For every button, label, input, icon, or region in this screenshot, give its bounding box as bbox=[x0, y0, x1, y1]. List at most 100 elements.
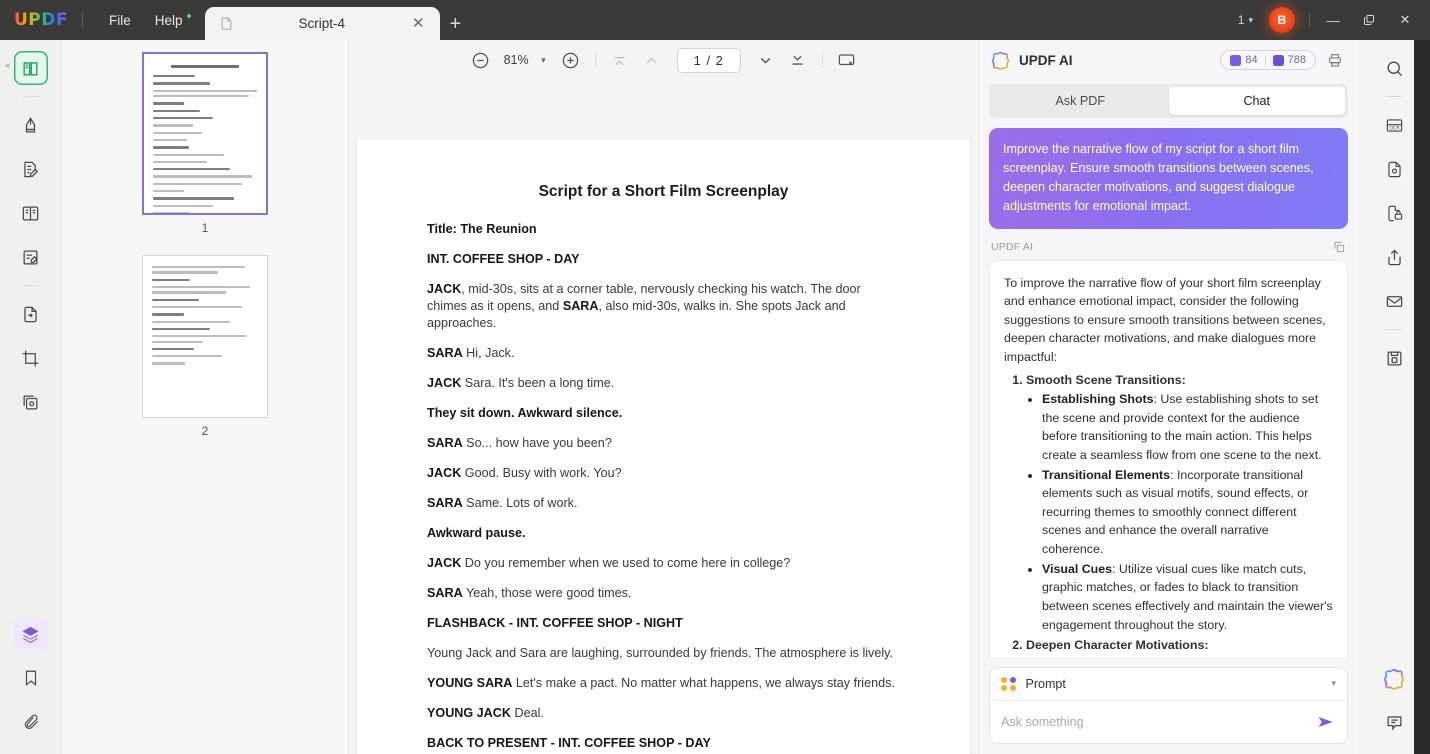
ai-conversation[interactable]: Improve the narrative flow of my script … bbox=[979, 118, 1358, 657]
minimize-icon[interactable]: — bbox=[1316, 5, 1350, 35]
document-paragraph: SARA Same. Lots of work. bbox=[427, 496, 578, 510]
composer-mode-row[interactable]: Prompt ▾ bbox=[990, 668, 1347, 701]
window-controls: 1 ▾ B — ✕ bbox=[1232, 5, 1430, 35]
crop-icon bbox=[21, 349, 40, 368]
zoom-out-icon bbox=[471, 51, 490, 70]
print-icon bbox=[1327, 52, 1343, 68]
avatar[interactable]: B bbox=[1269, 7, 1295, 33]
section-items: Establishing Shots: Use establishing sho… bbox=[1042, 390, 1333, 634]
thumbnail-panel[interactable]: 1 2 bbox=[62, 40, 349, 754]
sidebar-item-crop[interactable] bbox=[14, 341, 48, 375]
ai-assistant-button[interactable] bbox=[1379, 664, 1409, 694]
document-paragraph: Title: The Reunion bbox=[427, 222, 537, 236]
menu-help-label: Help bbox=[154, 12, 183, 28]
document-body: Title: The Reunion INT. COFFEE SHOP - DAY… bbox=[427, 221, 900, 754]
document-paragraph: JACK, mid-30s, sits at a corner table, n… bbox=[427, 282, 861, 330]
next-page-button[interactable] bbox=[751, 45, 781, 75]
divider bbox=[1386, 96, 1402, 97]
convert-button[interactable] bbox=[1378, 153, 1410, 185]
sidebar-item-ocr[interactable] bbox=[14, 385, 48, 419]
share-icon bbox=[1385, 248, 1404, 267]
notification-dot-icon bbox=[186, 13, 191, 18]
search-icon bbox=[1385, 59, 1404, 78]
comments-button[interactable] bbox=[1378, 706, 1410, 738]
window-count-label: 1 bbox=[1237, 13, 1245, 27]
sidebar-item-convert[interactable] bbox=[14, 297, 48, 331]
svg-text:OCR: OCR bbox=[1389, 125, 1400, 131]
page-indicator[interactable]: 1 / 2 bbox=[676, 47, 741, 73]
thumbnail-page-1[interactable]: 1 bbox=[142, 52, 268, 253]
reader-icon bbox=[21, 59, 40, 78]
zoom-out-button[interactable] bbox=[465, 45, 495, 75]
panel-collapse-handle[interactable]: ◂ bbox=[3, 56, 11, 74]
menu-file[interactable]: File bbox=[97, 8, 143, 33]
chevron-down-icon: ▾ bbox=[1248, 14, 1253, 25]
layers-icon bbox=[21, 625, 40, 644]
email-button[interactable] bbox=[1378, 285, 1410, 317]
chat-credits: 788 bbox=[1272, 54, 1306, 66]
divider bbox=[1309, 13, 1310, 27]
paperclip-icon bbox=[22, 713, 40, 731]
zoom-in-button[interactable] bbox=[556, 45, 586, 75]
doc-credits: 84 bbox=[1230, 54, 1258, 66]
zoom-dropdown-button[interactable]: ▾ bbox=[537, 55, 554, 66]
tab-script-4[interactable]: Script-4 ✕ bbox=[204, 7, 440, 40]
presentation-mode-button[interactable] bbox=[832, 45, 862, 75]
sidebar-item-organize-pages[interactable] bbox=[14, 196, 48, 230]
thumbnail-page-2[interactable]: 2 bbox=[142, 255, 268, 456]
close-icon[interactable]: ✕ bbox=[1388, 5, 1422, 35]
document-paragraph: JACK Do you remember when we used to com… bbox=[427, 556, 791, 570]
sidebar-item-annotate[interactable] bbox=[14, 108, 48, 142]
ai-panel-title: UPDF AI bbox=[1019, 52, 1073, 68]
sidebar-item-form[interactable] bbox=[14, 240, 48, 274]
four-dots-icon bbox=[1001, 676, 1016, 691]
ai-credits-badge[interactable]: 84 788 bbox=[1220, 50, 1316, 70]
tab-chat[interactable]: Chat bbox=[1168, 87, 1345, 115]
document-paragraph: FLASHBACK - INT. COFFEE SHOP - NIGHT bbox=[427, 616, 683, 630]
ai-composer: Prompt ▾ bbox=[989, 666, 1348, 744]
print-button[interactable] bbox=[1322, 47, 1348, 73]
document-paragraph: BACK TO PRESENT - INT. COFFEE SHOP - DAY bbox=[427, 736, 711, 750]
document-paragraph: SARA So... how have you been? bbox=[427, 436, 612, 450]
new-tab-button[interactable]: + bbox=[440, 14, 472, 40]
restore-icon[interactable] bbox=[1352, 5, 1386, 35]
doc-credit-count: 84 bbox=[1245, 54, 1258, 66]
sidebar-item-attachments[interactable] bbox=[14, 705, 48, 739]
bookmark-icon bbox=[22, 669, 40, 687]
response-item: Visual Cues: Utilize visual cues like ma… bbox=[1042, 560, 1333, 634]
form-edit-icon bbox=[21, 248, 40, 267]
response-item: Internal Conflict: Introduce internal co… bbox=[1042, 656, 1333, 657]
menu-help[interactable]: Help bbox=[143, 8, 195, 33]
send-icon[interactable] bbox=[1316, 712, 1336, 732]
sidebar-item-edit-pdf[interactable] bbox=[14, 152, 48, 186]
updf-ai-icon bbox=[991, 51, 1010, 70]
protect-button[interactable] bbox=[1378, 197, 1410, 229]
next-page-icon bbox=[757, 52, 774, 69]
response-header: UPDF AI bbox=[991, 240, 1346, 254]
ocr-button[interactable]: OCR bbox=[1378, 109, 1410, 141]
save-icon bbox=[1385, 349, 1404, 368]
tab-ask-pdf[interactable]: Ask PDF bbox=[992, 87, 1169, 115]
ocr-pages-icon bbox=[21, 393, 40, 412]
response-section: Deepen Character Motivations: Internal Co… bbox=[1026, 636, 1333, 656]
copy-icon[interactable] bbox=[1332, 240, 1346, 254]
save-button[interactable] bbox=[1378, 342, 1410, 374]
previous-page-icon bbox=[643, 52, 660, 69]
sidebar-item-reader[interactable] bbox=[13, 51, 48, 85]
sidebar-item-bookmarks[interactable] bbox=[14, 661, 48, 695]
composer-input-row bbox=[990, 701, 1347, 743]
sidebar-item-layers[interactable] bbox=[13, 617, 48, 651]
ask-input[interactable] bbox=[1001, 715, 1316, 729]
close-icon[interactable]: ✕ bbox=[409, 14, 428, 33]
previous-page-button[interactable] bbox=[637, 45, 667, 75]
window-count[interactable]: 1 ▾ bbox=[1232, 9, 1259, 31]
divider bbox=[1264, 54, 1266, 66]
zoom-level[interactable]: 81% bbox=[497, 53, 535, 67]
share-button[interactable] bbox=[1378, 241, 1410, 273]
last-page-button[interactable] bbox=[783, 45, 813, 75]
document-viewport[interactable]: Script for a Short Film Screenplay Title… bbox=[349, 80, 978, 754]
section-heading: Deepen Character Motivations: bbox=[1026, 638, 1209, 653]
document-paragraph: They sit down. Awkward silence. bbox=[427, 406, 623, 420]
search-button[interactable] bbox=[1378, 52, 1410, 84]
first-page-button[interactable] bbox=[605, 45, 635, 75]
